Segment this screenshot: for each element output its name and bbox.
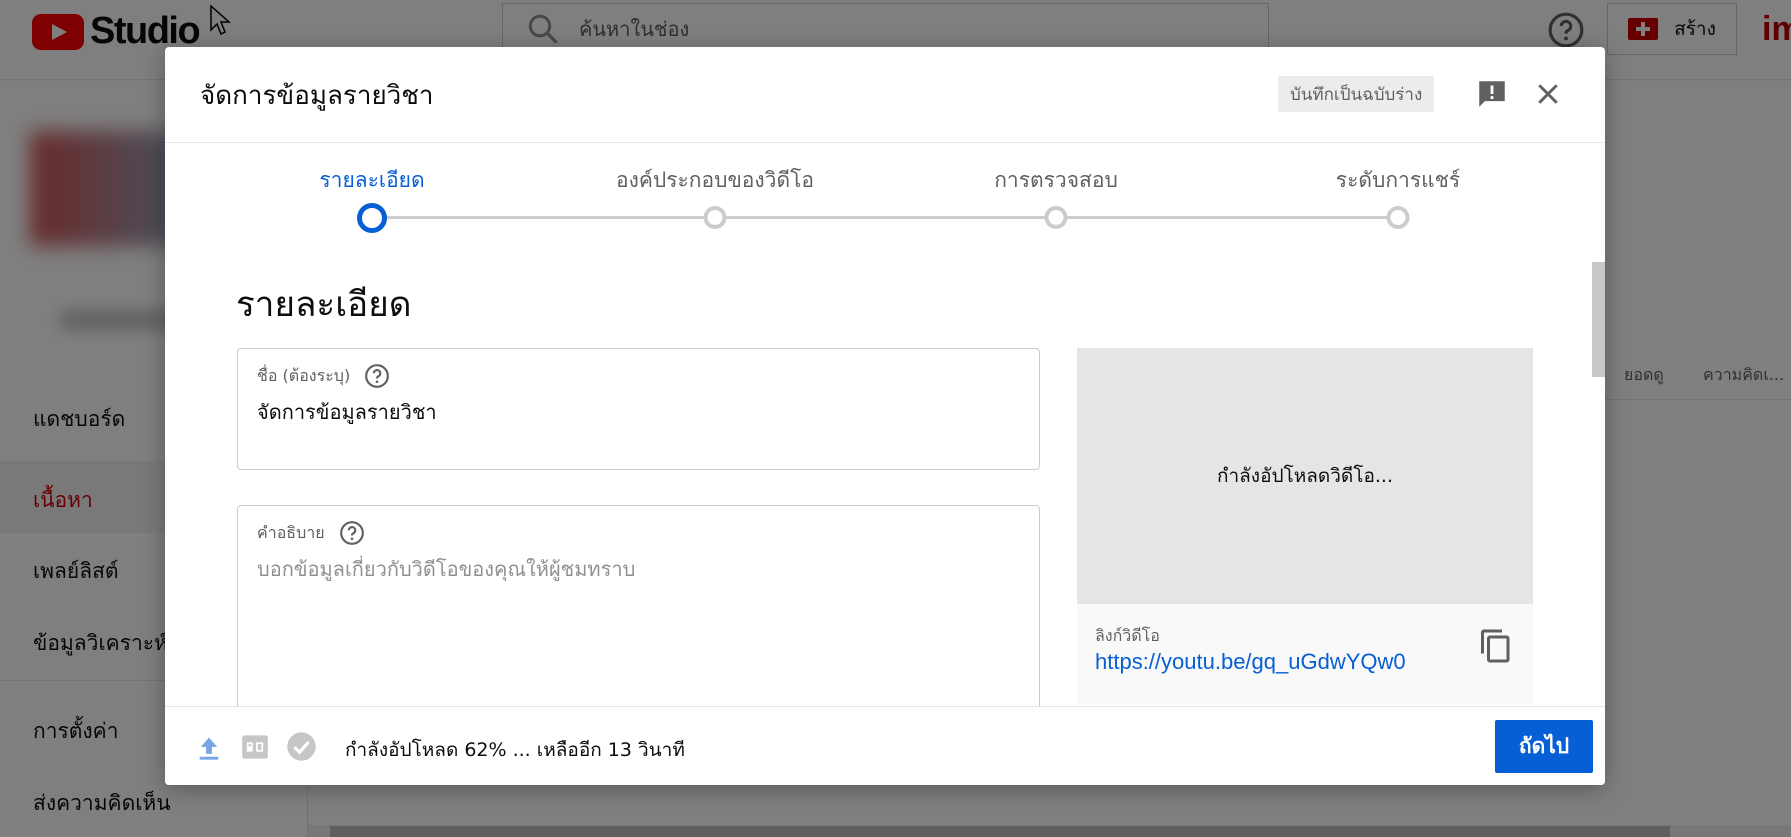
uploading-video-text: กำลังอัปโหลดวิดีโอ...	[1216, 465, 1394, 487]
help-icon[interactable]	[364, 363, 390, 389]
copy-icon[interactable]	[1478, 626, 1514, 666]
step-checks-label[interactable]: การตรวจสอบ	[994, 164, 1118, 197]
dialog-footer: กำลังอัปโหลด 62% ... เหลืออีก 13 วินาที …	[165, 706, 1605, 785]
title-field-label-row: ชื่อ (ต้องระบุ)	[257, 363, 390, 389]
description-field-label: คำอธิบาย	[257, 522, 325, 542]
save-draft-button[interactable]: บันทึกเป็นฉบับร่าง	[1278, 76, 1435, 112]
step-video-elements-dot[interactable]	[703, 206, 727, 229]
stepper-track	[372, 216, 1398, 219]
section-title: รายละเอียด	[236, 285, 412, 325]
feedback-icon[interactable]	[1475, 77, 1509, 111]
step-visibility-dot[interactable]	[1386, 206, 1410, 229]
dialog-title: จัดการข้อมูลรายวิชา	[200, 81, 434, 111]
dialog-scrollbar-thumb[interactable]	[1592, 262, 1605, 377]
title-field[interactable]: ชื่อ (ต้องระบุ) จัดการข้อมูลรายวิชา	[237, 348, 1040, 470]
upload-icon[interactable]	[195, 733, 223, 763]
step-details-label[interactable]: รายละเอียด	[319, 164, 424, 197]
description-field-placeholder[interactable]: บอกข้อมูลเกี่ยวกับวิดีโอของคุณให้ผู้ชมทร…	[257, 553, 635, 585]
title-field-label: ชื่อ (ต้องระบุ)	[257, 365, 351, 385]
next-button[interactable]: ถัดไป	[1495, 720, 1593, 773]
video-link-url[interactable]: https://youtu.be/gq_uGdwYQw0	[1095, 649, 1406, 675]
close-icon[interactable]	[1533, 79, 1563, 109]
video-link-box: ลิงก์วิดีโอ https://youtu.be/gq_uGdwYQw0	[1077, 604, 1533, 704]
sd-processing-icon[interactable]	[241, 733, 269, 761]
video-link-label: ลิงก์วิดีโอ	[1095, 626, 1160, 645]
title-field-value[interactable]: จัดการข้อมูลรายวิชา	[257, 396, 437, 428]
upload-dialog: จัดการข้อมูลรายวิชา บันทึกเป็นฉบับร่าง ร…	[165, 47, 1605, 785]
step-checks-dot[interactable]	[1044, 206, 1068, 229]
step-visibility-label[interactable]: ระดับการแชร์	[1336, 164, 1460, 197]
upload-status-text: กำลังอัปโหลด 62% ... เหลืออีก 13 วินาที	[345, 739, 685, 761]
step-details-dot[interactable]	[357, 203, 387, 233]
checks-icon[interactable]	[286, 731, 317, 762]
help-icon[interactable]	[339, 520, 365, 546]
dialog-header: จัดการข้อมูลรายวิชา บันทึกเป็นฉบับร่าง	[165, 47, 1605, 143]
step-video-elements-label[interactable]: องค์ประกอบของวิดีโอ	[616, 164, 814, 197]
video-preview: กำลังอัปโหลดวิดีโอ...	[1077, 348, 1533, 604]
description-field-label-row: คำอธิบาย	[257, 520, 365, 546]
